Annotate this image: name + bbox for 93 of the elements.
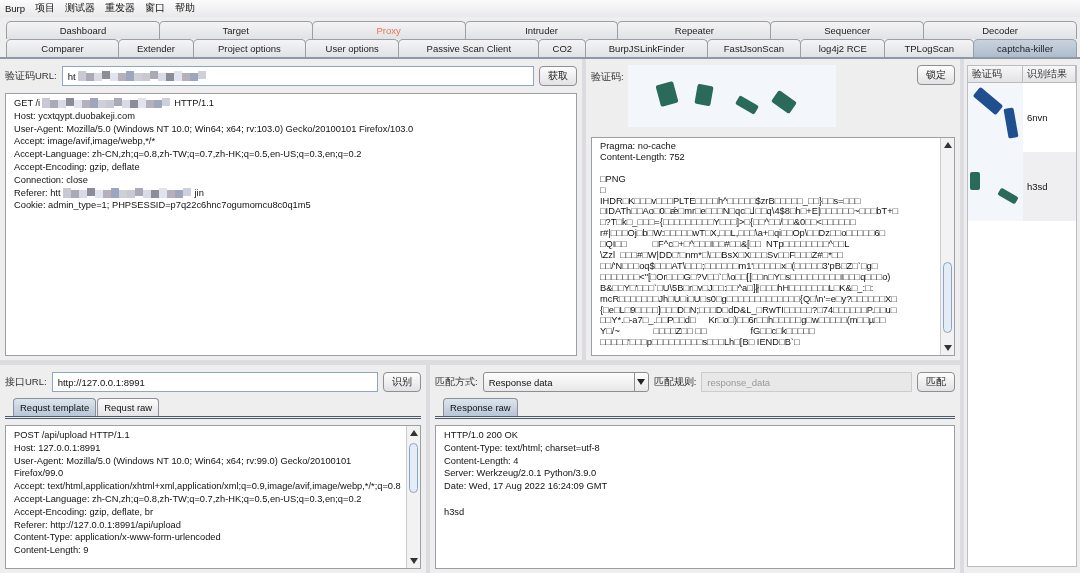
url-field[interactable]: http://127.0.0.1:8991 bbox=[51, 372, 378, 392]
response-text-area[interactable]: HTTP/1.0 200 OK Content-Type: text/html; charset=utf-8 Content-Length: 4 Server: Werkzeug/2.0.1 Python/3.9.0 Date: Wed, 17 Aug 2022 16:24:09 GMT h3sd bbox=[435, 425, 955, 569]
tab[interactable]: FastJsonScan bbox=[706, 39, 802, 57]
text-line: □PNG bbox=[600, 173, 627, 185]
tab[interactable]: log4j2 RCE bbox=[800, 39, 886, 57]
tab[interactable]: Intruder bbox=[464, 21, 619, 39]
text-line: Connection: close bbox=[14, 173, 89, 187]
tab[interactable]: captcha-killer bbox=[973, 39, 1077, 57]
text-line: POST /api/upload HTTP/1.1 bbox=[14, 429, 131, 442]
text-line: Content-Length: 4 bbox=[444, 454, 520, 468]
url-field[interactable]: ht bbox=[61, 66, 534, 86]
text-line: Accept-Encoding: gzip, deflate bbox=[14, 161, 141, 174]
text-line: Cookie: admin_type=1; PHPSESSID=p7q22c6hnc7ogumomcu8c0q1m5 bbox=[14, 199, 312, 213]
lock-button[interactable]: 锁定 bbox=[917, 65, 955, 85]
scrollbar[interactable] bbox=[406, 426, 420, 568]
field-label: 接口URL: bbox=[5, 375, 47, 389]
text-line: IHDR□K□□□v□□□PLTE□□□□h^□□□□□$zrB□□□□□_□□}□□s=□□□ bbox=[600, 195, 862, 207]
field-label: 验证码: bbox=[591, 71, 624, 84]
tab[interactable]: Project options bbox=[192, 39, 306, 57]
request-text-area[interactable] bbox=[5, 93, 577, 356]
text-line: Accept-Encoding: gzip, deflate, br bbox=[14, 505, 155, 519]
text-line: B&□□Y□'□□□`□U\5B□r□v□J□□:□□^a□]∦□□□hH□□□□□□□L□K&□_:□: bbox=[600, 282, 875, 294]
text-line: Content-Type: text/html; charset=utf-8 bbox=[444, 441, 601, 455]
text-line: h3sd bbox=[444, 505, 466, 519]
table-row[interactable]: h3sd bbox=[968, 152, 1076, 221]
tab[interactable]: Comparer bbox=[6, 39, 119, 57]
table-cell-text: 6nvn bbox=[1026, 111, 1049, 125]
text-line: Pragma: no-cache bbox=[600, 141, 677, 152]
text-line: Content-Type: application/x-www-form-urlencoded bbox=[14, 531, 222, 545]
tab[interactable]: Repeater bbox=[617, 21, 772, 39]
text-line: mcR□□□□□□□Jh□U□i□U□s0□g□□□□□□□□□□□□□{Q□\n'=e□y?□□□□□□X□ bbox=[600, 293, 898, 305]
tab[interactable]: Requst raw bbox=[97, 398, 160, 416]
tab[interactable]: TPLogScan bbox=[884, 39, 975, 57]
tab[interactable]: Response raw bbox=[443, 398, 518, 416]
text-line: GET /i bbox=[14, 97, 41, 110]
text-line: User-Agent: Mozilla/5.0 (Windows NT 10.0; Win64; x64; rv:99.0) Gecko/20100101 bbox=[14, 454, 353, 468]
table-cell-text: h3sd bbox=[1026, 180, 1049, 194]
tab[interactable]: Passive Scan Client bbox=[398, 39, 540, 57]
text-line: Accept: image/avif,image/webp,*/* bbox=[14, 135, 157, 149]
template-text-area[interactable] bbox=[5, 425, 421, 569]
menu-item[interactable]: Burp bbox=[5, 3, 26, 14]
fetch-button[interactable]: 获取 bbox=[539, 66, 577, 86]
text-line: Host: 127.0.0.1:8991 bbox=[14, 441, 102, 455]
tab[interactable]: Requst template bbox=[13, 398, 97, 416]
text-line: jin bbox=[194, 186, 204, 200]
tab[interactable]: Sequencer bbox=[770, 21, 925, 39]
text-line: HTTP/1.1 bbox=[174, 97, 214, 110]
mode-dropdown[interactable]: Response data bbox=[482, 372, 649, 392]
field-label: 匹配方式: bbox=[435, 375, 478, 389]
text-line: □ bbox=[600, 184, 607, 196]
tab[interactable]: CO2 bbox=[538, 39, 587, 57]
column-header[interactable]: 验证码 bbox=[968, 66, 1023, 83]
text-line: \Zzl □□□#□W|DD□'□nm*□\□□BsX□X□□□Sv□□F□□□Z#□*□□ bbox=[600, 250, 844, 261]
text-line: Date: Wed, 17 Aug 2022 16:24:09 GMT bbox=[444, 480, 609, 493]
tab[interactable]: Decoder bbox=[923, 21, 1077, 39]
menu-item[interactable]: 测试器 bbox=[65, 2, 96, 15]
text-line: {□e□L□9□□□□]□□□D□N;□□□D□dD&L_□RwTI□□□□□?□74□□□□□□P.□□u□ bbox=[600, 304, 898, 316]
text-line: □□□□□'□□□p□□□□□□□□□s□□□Lh□[B□ IEND□B`□ bbox=[600, 337, 801, 349]
text-line: Referer: htt bbox=[14, 186, 61, 200]
tab[interactable]: BurpJSLinkFinder bbox=[585, 39, 708, 57]
text-line: Y□/~ □□□□Z□□ □□ fG□□c□k□□□□□ bbox=[600, 326, 816, 338]
text-line: □□/'N□□□oq$□□□AT\□□□;□□□□□□m1'□□□□□x□(□□□□□3'pB□Z□`□g□ bbox=[600, 260, 879, 272]
text-line: r#|□□□Oj□b□W:□□□□□wT□X,□□L,□□□\a+□qi□□Op\□□Dz□□o□□□□□6□ bbox=[600, 228, 887, 240]
text-line: Host: ycxtqypt.duobakeji.com bbox=[14, 109, 136, 123]
text-line: □IDATh□□Ao□0□ǽ□mr□e□□□N□qc□⅃□□q\4$8□h□+E|□□□□□□~□□□bT+□ bbox=[600, 206, 900, 218]
scrollbar[interactable] bbox=[940, 138, 954, 355]
text-line: Content-Length: 9 bbox=[14, 544, 90, 557]
field-label: 验证码URL: bbox=[5, 69, 57, 83]
text-line: Server: Werkzeug/2.0.1 Python/3.9.0 bbox=[444, 467, 598, 481]
text-line: Accept-Language: zh-CN,zh;q=0.8,zh-TW;q=0.7,zh-HK;q=0.5,en-US;q=0.3,en;q=0.2 bbox=[14, 148, 363, 161]
field-label: 匹配规则: bbox=[653, 375, 697, 389]
text-line: HTTP/1.0 200 OK bbox=[444, 429, 519, 442]
tab[interactable]: Dashboard bbox=[6, 21, 160, 39]
menu-item[interactable]: 帮助 bbox=[175, 2, 196, 15]
column-header[interactable]: 识别结果 bbox=[1023, 66, 1076, 83]
text-line: User-Agent: Mozilla/5.0 (Windows NT 10.0; Win64; x64; rv:103.0) Gecko/20100101 Firefox/103.0 bbox=[14, 122, 415, 136]
tab[interactable]: User options bbox=[304, 39, 400, 57]
menu-item[interactable]: 窗口 bbox=[145, 2, 166, 15]
tab[interactable]: Target bbox=[158, 21, 313, 39]
tab[interactable]: Extender bbox=[118, 39, 194, 57]
text-line: Accept-Language: zh-CN,zh;q=0.8,zh-TW;q=0.7,zh-HK;q=0.5,en-US;q=0.3,en;q=0.2 bbox=[14, 493, 363, 506]
text-line: □□Y*.□-a7□_.□□P□□d□ Kr□o□)□□6r□□h□□□□□g□w□□□□□(m□□µ□□ bbox=[600, 315, 887, 327]
menu-item[interactable]: 重发器 bbox=[105, 2, 136, 15]
text-line: □?T□k□_□□□={□□□□□□□□□Y□□□]>□{□□^□□/□□&0□□<□□□□□□ bbox=[600, 217, 857, 229]
text-line: □□□□□□□<"[□Or□□□G□?V□□`□\o□□[[□□n□Y□s□□□□□□□□□I□□□q□□□o) bbox=[600, 271, 892, 283]
menu-item[interactable]: 项目 bbox=[35, 2, 56, 15]
match-button[interactable]: 匹配 bbox=[917, 372, 955, 392]
text-line: Referer: http://127.0.0.1:8991/api/upload bbox=[14, 518, 182, 532]
response-text-area[interactable] bbox=[591, 137, 955, 356]
recognize-button[interactable]: 识别 bbox=[383, 372, 421, 392]
text-line: □QI□□ □F^c□+□^□□□I□□#□□&[□□ NTp□□□□□□□□^□□L bbox=[600, 239, 851, 251]
text-line: Content-Length: 752 bbox=[600, 151, 686, 163]
text-line: Firefox/99.0 bbox=[14, 467, 65, 481]
